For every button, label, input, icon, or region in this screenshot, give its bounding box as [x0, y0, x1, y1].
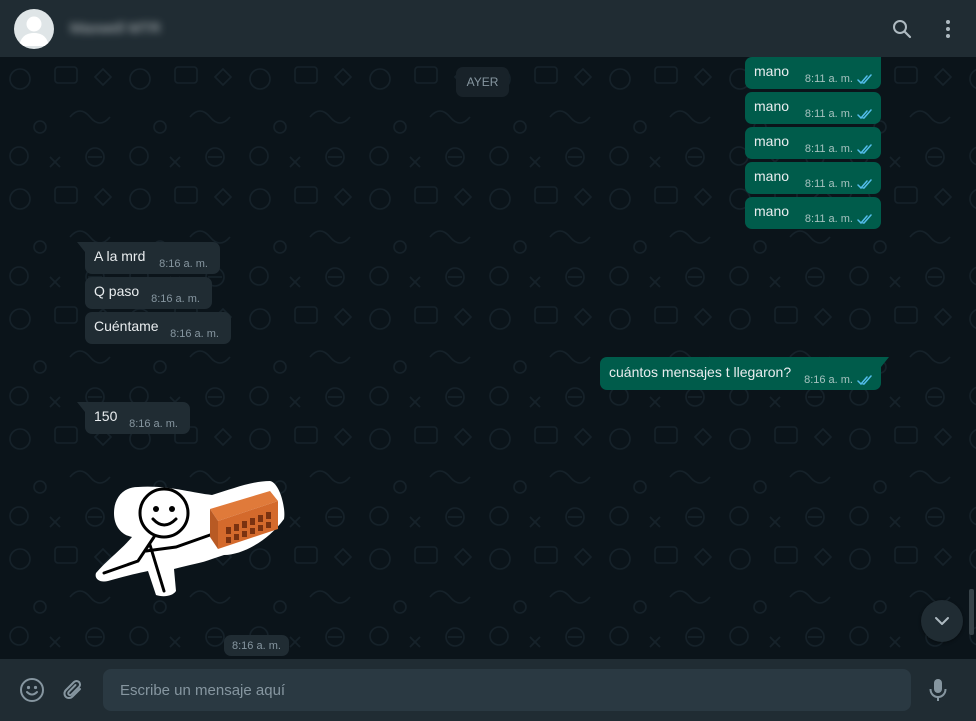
message-bubble-outgoing[interactable]: mano 8:11 a. m. — [745, 127, 881, 159]
message-text: mano — [754, 203, 790, 219]
message-composer — [0, 659, 976, 721]
chevron-down-icon — [935, 617, 949, 625]
message-bubble-outgoing[interactable]: cuántos mensajes t llegaron? 8:16 a. m. — [600, 357, 889, 390]
double-check-read-icon — [857, 178, 872, 189]
message-text: mano — [754, 133, 790, 149]
message-time: 8:11 a. m. — [804, 73, 853, 85]
message-pane[interactable]: AYER mano 8:11 a. m. mano 8:11 a. m. man… — [0, 57, 976, 659]
contact-avatar[interactable] — [14, 8, 54, 49]
double-check-read-icon — [857, 73, 872, 84]
default-user-avatar-icon — [19, 16, 49, 46]
scroll-down-button[interactable] — [921, 600, 963, 642]
message-bubble-outgoing[interactable]: mano 8:11 a. m. — [745, 57, 881, 89]
message-time: 8:11 a. m. — [804, 108, 853, 120]
message-text: mano — [754, 63, 790, 79]
message-text: Q paso — [94, 283, 140, 299]
message-time: 8:11 a. m. — [804, 143, 853, 155]
message-bubble-incoming[interactable]: Cuéntame 8:16 a. m. — [85, 312, 231, 344]
message-input[interactable] — [103, 669, 911, 711]
message-bubble-outgoing[interactable]: mano 8:11 a. m. — [745, 197, 881, 229]
message-text: mano — [754, 98, 790, 114]
message-text: mano — [754, 168, 790, 184]
message-text: cuántos mensajes t llegaron? — [609, 363, 792, 380]
search-icon[interactable] — [890, 17, 914, 41]
kebab-menu-icon[interactable] — [936, 17, 960, 41]
message-time: 8:16 a. m. — [804, 374, 853, 386]
double-check-read-icon — [857, 213, 872, 224]
double-check-read-icon — [857, 108, 872, 119]
emoji-icon[interactable] — [19, 677, 45, 703]
message-time: 8:16 a. m. — [159, 258, 208, 270]
message-bubble-incoming[interactable]: Q paso 8:16 a. m. — [85, 277, 212, 309]
day-separator: AYER — [456, 67, 509, 97]
bubble-tail — [77, 402, 85, 412]
message-text: 150 — [94, 408, 118, 424]
meme-guy-with-brick-sticker[interactable] — [92, 479, 286, 597]
message-bubble-incoming[interactable]: 150 8:16 a. m. — [77, 402, 190, 434]
message-time: 8:11 a. m. — [804, 213, 853, 225]
double-check-read-icon — [857, 374, 872, 385]
message-bubble-outgoing[interactable]: mano 8:11 a. m. — [745, 162, 881, 194]
message-bubble-incoming[interactable]: A la mrd 8:16 a. m. — [77, 242, 220, 274]
scrollbar-thumb[interactable] — [969, 589, 974, 635]
microphone-icon[interactable] — [925, 677, 951, 703]
chat-header: Maxwell MTR — [0, 0, 976, 57]
contact-name[interactable]: Maxwell MTR — [70, 20, 161, 37]
double-check-read-icon — [857, 143, 872, 154]
paperclip-icon[interactable] — [60, 677, 86, 703]
bubble-tail — [77, 242, 85, 252]
message-text: Cuéntame — [94, 318, 159, 334]
message-time: 8:16 a. m. — [129, 418, 178, 430]
message-time: 8:16 a. m. — [151, 293, 200, 305]
message-text: A la mrd — [94, 248, 146, 264]
message-time: 8:16 a. m. — [170, 328, 219, 340]
bubble-tail — [881, 357, 889, 367]
message-bubble-outgoing[interactable]: mano 8:11 a. m. — [745, 92, 881, 124]
message-time: 8:11 a. m. — [804, 178, 853, 190]
sticker-time: 8:16 a. m. — [224, 635, 289, 656]
